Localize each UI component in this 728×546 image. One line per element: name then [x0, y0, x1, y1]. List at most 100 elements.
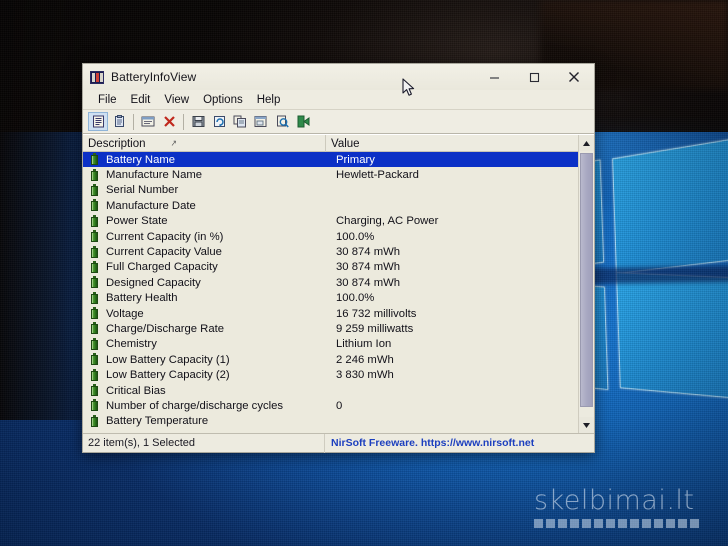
- column-header-value-label: Value: [331, 137, 360, 150]
- minimize-button[interactable]: [474, 64, 514, 90]
- row-description: Current Capacity (in %): [106, 230, 224, 243]
- row-value: 3 830 mWh: [336, 369, 394, 382]
- table-row[interactable]: Full Charged Capacity 30 874 mWh: [83, 260, 594, 275]
- scrollbar-thumb[interactable]: [580, 153, 593, 407]
- battery-icon: [88, 322, 101, 335]
- battery-icon: [88, 153, 101, 166]
- row-description: Battery Temperature: [106, 415, 209, 428]
- battery-icon: [88, 168, 101, 182]
- toolbar-properties-icon[interactable]: [88, 112, 108, 131]
- toolbar-save-icon[interactable]: [188, 112, 208, 131]
- row-description: Chemistry: [106, 338, 157, 351]
- battery-icon: [88, 414, 101, 428]
- status-bar: 22 item(s), 1 Selected NirSoft Freeware.…: [83, 433, 594, 453]
- table-row[interactable]: Power State Charging, AC Power: [83, 214, 594, 229]
- table-row[interactable]: Designed Capacity 30 874 mWh: [83, 275, 594, 290]
- table-row[interactable]: Manufacture Name Hewlett-Packard: [83, 167, 594, 182]
- app-icon: [90, 70, 104, 84]
- toolbar-delete-icon[interactable]: [159, 112, 179, 131]
- toolbar-clipboard-icon[interactable]: [109, 112, 129, 131]
- battery-icon: [88, 245, 101, 259]
- toolbar-find-icon[interactable]: [272, 112, 292, 131]
- list-rows: Battery Name Primary Manufacture Name Hewle…: [83, 152, 594, 433]
- toolbar-separator: [183, 113, 184, 130]
- toolbar-report-icon[interactable]: [138, 112, 158, 131]
- windows-logo-pane: [615, 272, 728, 403]
- row-value: 2 246 mWh: [336, 353, 394, 366]
- row-description: Low Battery Capacity (2): [106, 369, 230, 382]
- row-description: Voltage: [106, 307, 144, 320]
- row-value: 30 874 mWh: [336, 246, 401, 259]
- scroll-up-button[interactable]: [579, 135, 594, 151]
- row-description: Battery Health: [106, 292, 178, 305]
- toolbar-separator: [133, 113, 134, 130]
- row-description: Manufacture Name: [106, 169, 203, 182]
- table-row[interactable]: Serial Number: [83, 183, 594, 198]
- app-icon-bar: [99, 72, 103, 82]
- menu-item-view[interactable]: View: [157, 93, 196, 107]
- table-row[interactable]: Battery Name Primary: [83, 152, 594, 168]
- toolbar-properties-window-icon[interactable]: [251, 112, 271, 131]
- app-icon-bar: [95, 72, 99, 82]
- table-row[interactable]: Low Battery Capacity (1) 2 246 mWh: [83, 352, 594, 367]
- window-title: BatteryInfoView: [111, 70, 197, 84]
- maximize-button[interactable]: [514, 64, 554, 90]
- battery-icon: [88, 307, 101, 320]
- table-row[interactable]: Current Capacity Value 30 874 mWh: [83, 244, 594, 259]
- battery-icon: [88, 183, 101, 197]
- table-row[interactable]: Chemistry Lithium Ion: [83, 337, 594, 352]
- battery-icon: [88, 337, 101, 351]
- table-row[interactable]: Battery Health 100.0%: [83, 291, 594, 306]
- column-header-value[interactable]: Value: [326, 135, 578, 152]
- row-description: Power State: [106, 215, 168, 228]
- toolbar-refresh-icon[interactable]: [209, 112, 229, 131]
- row-value: 30 874 mWh: [336, 276, 401, 289]
- table-row[interactable]: Voltage 16 732 millivolts: [83, 306, 594, 321]
- menu-item-edit[interactable]: Edit: [124, 93, 158, 107]
- row-value: 16 732 millivolts: [336, 307, 417, 320]
- app-icon-bar: [91, 72, 95, 82]
- menu-item-file[interactable]: File: [91, 93, 124, 107]
- table-row[interactable]: Number of charge/discharge cycles 0: [83, 398, 594, 413]
- close-button[interactable]: [554, 64, 594, 90]
- battery-icon: [88, 199, 101, 212]
- toolbar-exit-icon[interactable]: [293, 112, 313, 131]
- batteryinfoview-window: BatteryInfoView File Edit View Options Help: [82, 63, 595, 453]
- row-description: Serial Number: [106, 184, 179, 197]
- row-description: Critical Bias: [106, 384, 166, 397]
- row-description: Designed Capacity: [106, 276, 201, 289]
- menu-bar: File Edit View Options Help: [83, 90, 594, 110]
- row-value: Hewlett-Packard: [336, 169, 419, 182]
- table-row[interactable]: Critical Bias: [83, 383, 594, 398]
- column-header-description-label: Description: [88, 137, 146, 150]
- battery-icon: [88, 276, 101, 289]
- toolbar: [83, 110, 594, 134]
- table-row[interactable]: Low Battery Capacity (2) 3 830 mWh: [83, 367, 594, 382]
- battery-icon: [88, 260, 101, 274]
- status-nirsoft-link[interactable]: NirSoft Freeware. https://www.nirsoft.ne…: [325, 437, 594, 449]
- menu-item-options[interactable]: Options: [196, 93, 250, 107]
- battery-icon: [88, 230, 101, 243]
- row-value: 0: [336, 399, 343, 412]
- table-row[interactable]: Battery Temperature: [83, 414, 594, 429]
- list-header-row: Description ↗ Value: [83, 135, 594, 152]
- battery-icon: [88, 291, 101, 305]
- table-row[interactable]: Current Capacity (in %) 100.0%: [83, 229, 594, 244]
- menu-item-help[interactable]: Help: [250, 93, 288, 107]
- row-value: 100.0%: [336, 230, 375, 243]
- row-description: Current Capacity Value: [106, 246, 222, 259]
- row-value: Charging, AC Power: [336, 215, 439, 228]
- toolbar-copy-icon[interactable]: [230, 112, 250, 131]
- table-row[interactable]: Charge/Discharge Rate 9 259 milliwatts: [83, 321, 594, 336]
- battery-icon: [88, 368, 101, 382]
- scroll-down-button[interactable]: [579, 417, 594, 433]
- title-bar[interactable]: BatteryInfoView: [83, 64, 594, 90]
- row-description: Charge/Discharge Rate: [106, 322, 225, 335]
- battery-icon: [88, 353, 101, 366]
- row-value: 9 259 milliwatts: [336, 322, 414, 335]
- sort-ascending-icon: ↗: [170, 138, 177, 148]
- table-row[interactable]: Manufacture Date: [83, 198, 594, 213]
- column-header-description[interactable]: Description ↗: [83, 135, 326, 152]
- scrollbar-track[interactable]: [579, 151, 594, 417]
- vertical-scrollbar[interactable]: [578, 135, 594, 433]
